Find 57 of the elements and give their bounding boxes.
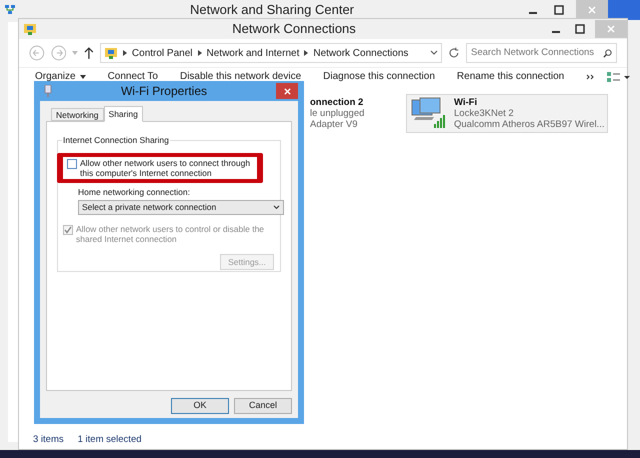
chevron-down-icon[interactable] [430, 50, 438, 56]
network-icon [4, 4, 16, 16]
connection-device: Adapter V9 [310, 119, 359, 130]
search-input[interactable]: Search Network Connections [471, 46, 603, 60]
toolbar-button[interactable]: Diagnose this connection [323, 71, 435, 83]
view-options-icon[interactable] [606, 71, 630, 83]
search-field[interactable]: Search Network Connections [466, 43, 617, 63]
connection-device: Qualcomm Atheros AR5B97 Wirel... [454, 119, 604, 130]
refresh-icon[interactable] [448, 47, 460, 59]
maximize-icon[interactable] [575, 24, 585, 34]
status-text: 3 items [33, 432, 64, 447]
connection-status: Locke3KNet 2 [454, 108, 515, 119]
connection-item[interactable]: Wi-Fi Locke3KNet 2 Qualcomm Atheros AR5B97 Wirel... [406, 94, 608, 133]
caret-icon [80, 75, 86, 79]
dialog-button[interactable]: Cancel [234, 398, 292, 414]
dialog-title: Wi-Fi Properties [120, 83, 208, 100]
close-icon [284, 88, 290, 94]
toolbar-button[interactable]: Rename this connection [456, 71, 564, 83]
network-folder-icon [104, 46, 118, 60]
toolbar-button[interactable]: Organize [35, 71, 86, 83]
search-icon [603, 48, 612, 58]
group-title: Internet Connection Sharing [62, 134, 170, 146]
up-arrow-icon[interactable] [84, 47, 94, 59]
window-title: Network Connections [231, 20, 357, 38]
window-title: Network and Sharing Center [188, 1, 356, 20]
field-label: Home networking connection: [78, 187, 191, 198]
breadcrumb[interactable]: Network and Internet [206, 46, 300, 60]
connection-name: onnection 2 [310, 97, 364, 108]
network-folder-icon [23, 22, 37, 36]
desktop-strip [608, 0, 640, 20]
breadcrumb[interactable]: Network Connections [313, 46, 408, 60]
toolbar-button[interactable]: Disable this network device [180, 71, 302, 83]
double-chevron-icon[interactable] [586, 74, 594, 80]
toolbar-button[interactable]: Connect To [108, 71, 158, 83]
close-icon [588, 6, 596, 14]
address-bar[interactable]: Control Panel Network and Internet Network Connections [100, 43, 442, 63]
checkbox-label: Allow other network users to connect through this computer's Internet connection [80, 158, 252, 178]
dropdown[interactable]: Select a private network connection [78, 200, 284, 215]
status-text: 1 item selected [78, 432, 142, 447]
tab[interactable]: Sharing [104, 106, 143, 122]
maximize-icon[interactable] [554, 5, 564, 15]
connection-item[interactable]: onnection 2 le unplugged Adapter V9 [306, 94, 368, 133]
chevron-right-icon[interactable] [122, 50, 127, 56]
close-icon [607, 25, 615, 33]
connection-status: le unplugged [310, 108, 364, 119]
close-button[interactable] [276, 83, 298, 99]
connection-name: Wi-Fi [454, 97, 478, 108]
chevron-down-icon [273, 205, 280, 210]
checkbox-label: Allow other network users to control or disable the shared Internet connection [76, 224, 266, 244]
breadcrumb[interactable]: Control Panel [132, 46, 193, 60]
chevron-right-icon[interactable] [304, 50, 308, 56]
checkbox[interactable] [67, 159, 77, 169]
chevron-right-icon[interactable] [198, 50, 202, 56]
tab[interactable]: Networking [51, 108, 104, 121]
wifi-adapter-icon [410, 97, 448, 129]
network-adapter-icon [44, 85, 52, 97]
dialog-button[interactable]: OK [171, 398, 229, 414]
